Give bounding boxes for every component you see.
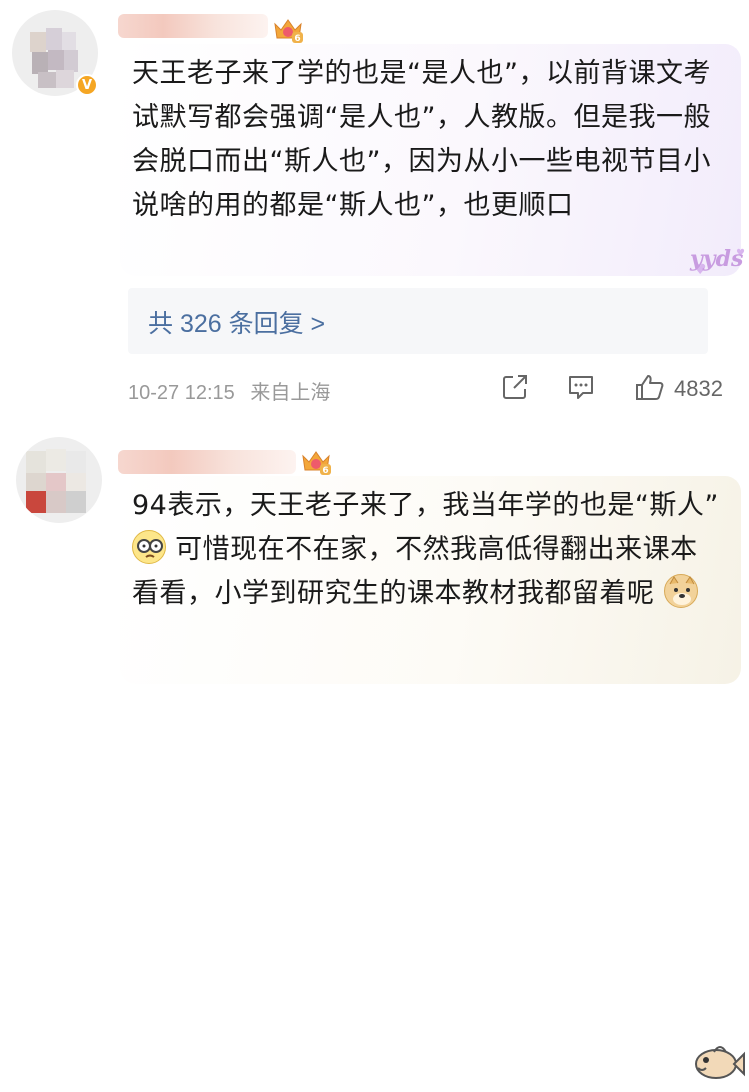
username[interactable] xyxy=(118,14,268,38)
comment-text-part: 可惜现在不在家，不然我高低得翻出来课本看看，小学到研究生的课本教材我都留着呢 xyxy=(132,534,698,609)
doge-emoji xyxy=(663,574,698,608)
share-icon[interactable] xyxy=(500,372,530,402)
comment-source: 来自上海 xyxy=(250,382,331,404)
comment-item: V 6 天王老子来了学的也是“是人也”，以前背课文考试默写都会强调“是人也”，人… xyxy=(0,0,749,420)
comment-icon[interactable] xyxy=(566,372,596,402)
comment-text: 94表示，天王老子来了，我当年学的也是“斯人” 可惜现在不在家，不然我高低得翻出… xyxy=(132,484,722,616)
yyds-sticker: yyds xyxy=(690,246,744,272)
comment-text-content: 天王老子来了学的也是“是人也”，以前背课文考试默写都会强调“是人也”，人教版。但… xyxy=(132,58,711,221)
like-count: 4832 xyxy=(674,376,723,401)
thumbs-up-icon[interactable] xyxy=(634,372,666,402)
comment-text: 天王老子来了学的也是“是人也”，以前背课文考试默写都会强调“是人也”，人教版。但… xyxy=(132,52,722,228)
comment-text-part: 94表示，天王老子来了，我当年学的也是“斯人” xyxy=(132,490,719,521)
avatar[interactable] xyxy=(16,437,102,523)
glasses-face-emoji xyxy=(132,530,166,564)
level-number: 6 xyxy=(322,466,328,476)
comment-meta: 10-27 12:15 来自上海 xyxy=(128,376,330,405)
verified-badge: V xyxy=(76,74,98,96)
crown-level-icon: 6 xyxy=(274,19,303,44)
comment-item: 6 94表示，天王老子来了，我当年学的也是“斯人” 可惜现在不在家，不然我高低得… xyxy=(0,420,749,1079)
comment-time: 10-27 12:15 xyxy=(128,382,235,404)
crown-level-icon: 6 xyxy=(302,451,331,476)
level-number: 6 xyxy=(294,34,300,44)
username[interactable] xyxy=(118,450,296,474)
replies-link[interactable]: 共 326 条回复 > xyxy=(148,304,325,340)
replies-box[interactable]: 共 326 条回复 > xyxy=(128,288,708,354)
fish-sticker xyxy=(695,1046,745,1079)
